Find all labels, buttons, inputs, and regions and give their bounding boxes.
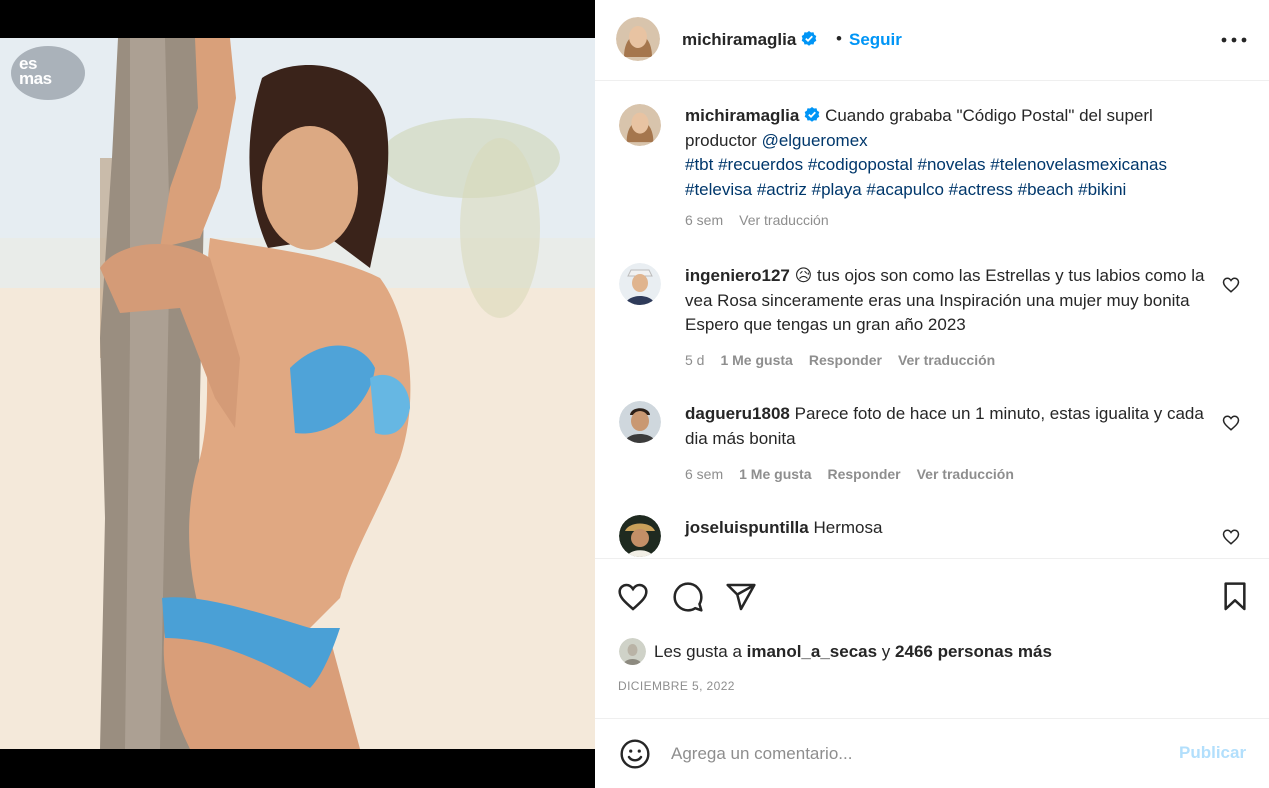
caption-mention-link[interactable]: @elgueromex bbox=[762, 131, 868, 150]
post-side-panel: michiramaglia • Seguir michiramaglia Cua… bbox=[595, 0, 1269, 788]
caption-translate-button[interactable]: Ver traducción bbox=[739, 212, 829, 228]
reply-button[interactable]: Responder bbox=[827, 466, 900, 482]
post-header: michiramaglia • Seguir bbox=[595, 0, 1269, 81]
commenter-username[interactable]: dagueru1808 bbox=[685, 404, 790, 423]
watermark-logo: es mas bbox=[11, 46, 85, 100]
caption-author-avatar[interactable] bbox=[619, 104, 661, 146]
translate-button[interactable]: Ver traducción bbox=[917, 466, 1014, 482]
commenter-username[interactable]: ingeniero127 bbox=[685, 266, 790, 285]
publish-button[interactable]: Publicar bbox=[1179, 743, 1246, 763]
likes-others-count[interactable]: 2466 personas más bbox=[895, 642, 1052, 661]
comment-like-heart-icon[interactable] bbox=[1222, 414, 1240, 432]
commenter-avatar[interactable] bbox=[619, 401, 661, 443]
share-icon[interactable] bbox=[725, 581, 757, 613]
likes-text: Les gusta a imanol_a_secas y 2466 person… bbox=[654, 642, 1052, 662]
photo-illustration bbox=[0, 38, 595, 749]
comments-list[interactable]: michiramaglia Cuando grababa "Código Pos… bbox=[595, 82, 1269, 558]
comment-icon[interactable] bbox=[672, 581, 704, 613]
avatar-image bbox=[619, 638, 646, 665]
likes-prefix: Les gusta a bbox=[654, 642, 742, 661]
author-avatar[interactable] bbox=[616, 17, 660, 61]
caption-age[interactable]: 6 sem bbox=[685, 212, 723, 228]
likes-conjunction: y bbox=[881, 642, 891, 661]
reply-button[interactable]: Responder bbox=[809, 352, 882, 368]
comment-like-heart-icon[interactable] bbox=[1222, 276, 1240, 294]
caption-username[interactable]: michiramaglia bbox=[685, 106, 799, 125]
header-separator: • bbox=[836, 29, 842, 48]
watermark-line-2: mas bbox=[19, 69, 52, 88]
translate-button[interactable]: Ver traducción bbox=[898, 352, 995, 368]
avatar-image bbox=[619, 263, 661, 305]
comment-meta: 6 sem 1 Me gusta Responder Ver traducción bbox=[685, 466, 1030, 482]
comment-age[interactable]: 5 d bbox=[685, 352, 704, 368]
post-media: es mas bbox=[0, 0, 595, 788]
avatar-image bbox=[616, 17, 660, 61]
follow-button[interactable]: Seguir bbox=[849, 30, 902, 50]
comment-body: Hermosa bbox=[813, 518, 883, 537]
heart-icon[interactable] bbox=[617, 581, 649, 613]
comment-meta: 5 d 1 Me gusta Responder Ver traducción bbox=[685, 352, 1011, 368]
comment-like-heart-icon[interactable] bbox=[1222, 528, 1240, 546]
liker-username[interactable]: imanol_a_secas bbox=[747, 642, 877, 661]
avatar-image bbox=[619, 104, 661, 146]
comment-text: joseluispuntilla Hermosa bbox=[685, 516, 1225, 541]
comment-likes-count[interactable]: 1 Me gusta bbox=[739, 466, 811, 482]
commenter-username[interactable]: joseluispuntilla bbox=[685, 518, 809, 537]
comment-text: dagueru1808 Parece foto de hace un 1 min… bbox=[685, 402, 1225, 451]
more-options-icon[interactable] bbox=[1219, 30, 1249, 50]
emoji-icon[interactable] bbox=[619, 738, 651, 770]
bookmark-icon[interactable] bbox=[1219, 581, 1251, 613]
add-comment-bar: Publicar bbox=[595, 718, 1269, 788]
avatar-image bbox=[619, 401, 661, 443]
caption-hashtags[interactable]: #tbt #recuerdos #codigopostal #novelas #… bbox=[685, 155, 1167, 199]
author-username-text[interactable]: michiramaglia bbox=[682, 30, 796, 49]
author-username[interactable]: michiramaglia bbox=[682, 30, 817, 50]
caption-text: michiramaglia Cuando grababa "Código Pos… bbox=[685, 104, 1225, 202]
post-date[interactable]: DICIEMBRE 5, 2022 bbox=[618, 679, 735, 693]
post-actions: Les gusta a imanol_a_secas y 2466 person… bbox=[595, 558, 1269, 693]
avatar-image bbox=[619, 515, 661, 557]
comment-input[interactable] bbox=[671, 740, 1151, 768]
commenter-avatar[interactable] bbox=[619, 515, 661, 557]
comment-text: ingeniero127 😥 tus ojos son como las Est… bbox=[685, 264, 1225, 338]
comment-age[interactable]: 6 sem bbox=[685, 466, 723, 482]
post-photo[interactable]: es mas bbox=[0, 38, 595, 749]
verified-badge-icon bbox=[802, 31, 817, 46]
comment-likes-count[interactable]: 1 Me gusta bbox=[720, 352, 792, 368]
caption-meta: 6 sem Ver traducción bbox=[685, 212, 845, 228]
liker-avatar[interactable] bbox=[619, 638, 646, 665]
commenter-avatar[interactable] bbox=[619, 263, 661, 305]
verified-badge-icon bbox=[805, 107, 820, 122]
